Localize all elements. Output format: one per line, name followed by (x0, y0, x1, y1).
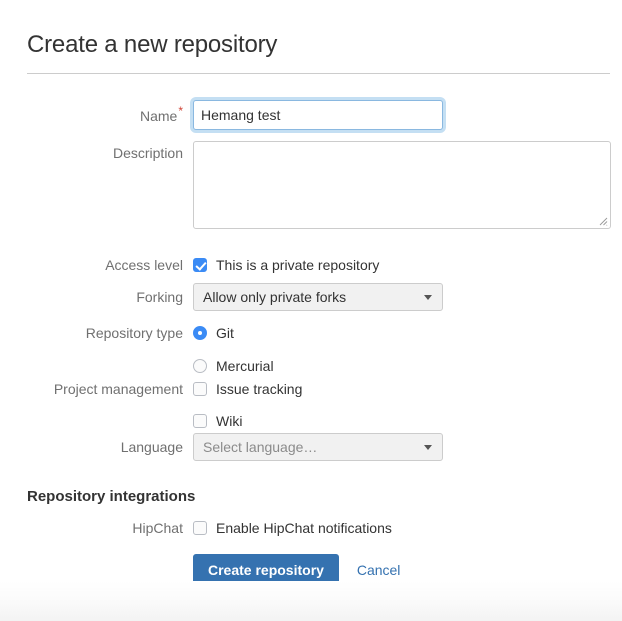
description-control (193, 141, 611, 229)
name-input[interactable] (193, 100, 443, 130)
hipchat-label: HipChat (132, 520, 183, 536)
language-label: Language (120, 439, 183, 455)
chevron-down-icon (424, 295, 432, 300)
wiki-label: Wiki (216, 413, 243, 429)
access-level-label: Access level (105, 257, 183, 273)
hipchat-option[interactable]: Enable HipChat notifications (193, 517, 392, 539)
repository-integrations-heading: Repository integrations (27, 488, 196, 505)
private-repository-option[interactable]: This is a private repository (193, 254, 379, 276)
form-actions: Create repository Cancel (193, 554, 400, 586)
chevron-down-icon (424, 445, 432, 450)
issue-tracking-option[interactable]: Issue tracking (193, 378, 302, 400)
hipchat-checkbox[interactable] (193, 521, 207, 535)
name-control (193, 100, 443, 130)
hipchat-option-label: Enable HipChat notifications (216, 520, 392, 536)
wiki-checkbox[interactable] (193, 414, 207, 428)
access-level-control[interactable]: This is a private repository (193, 254, 379, 276)
name-label: Name* (0, 104, 183, 125)
name-label-text: Name (139, 108, 178, 124)
textarea-wrapper (193, 141, 611, 229)
git-label: Git (216, 325, 234, 341)
description-label: Description (112, 145, 183, 161)
private-repository-checkbox[interactable] (193, 258, 207, 272)
wiki-option[interactable]: Wiki (193, 410, 302, 432)
forking-control[interactable]: Allow only private forks (193, 283, 443, 311)
description-textarea[interactable] (193, 141, 611, 229)
repository-type-label: Repository type (85, 325, 183, 341)
mercurial-radio[interactable] (193, 359, 207, 373)
required-asterisk: * (178, 104, 183, 119)
language-select[interactable]: Select language… (193, 433, 443, 461)
issue-tracking-label: Issue tracking (216, 381, 303, 397)
private-repository-label: This is a private repository (216, 257, 380, 273)
forking-select-value: Allow only private forks (203, 289, 347, 305)
create-repository-button[interactable]: Create repository (193, 554, 339, 586)
project-management-control: Issue tracking Wiki (193, 378, 302, 432)
language-control[interactable]: Select language… (193, 433, 443, 461)
language-select-value: Select language… (203, 439, 318, 455)
issue-tracking-checkbox[interactable] (193, 382, 207, 396)
hipchat-control[interactable]: Enable HipChat notifications (193, 517, 392, 539)
page-bottom-fade (0, 581, 622, 621)
forking-label: Forking (136, 289, 183, 305)
project-management-label: Project management (53, 381, 183, 397)
repository-type-option-git[interactable]: Git (193, 322, 274, 344)
cancel-link[interactable]: Cancel (357, 554, 401, 586)
title-divider (27, 73, 610, 74)
page-title: Create a new repository (27, 31, 278, 58)
repository-type-option-mercurial[interactable]: Mercurial (193, 355, 274, 377)
mercurial-label: Mercurial (216, 358, 274, 374)
git-radio[interactable] (193, 326, 207, 340)
repository-type-control: Git Mercurial (193, 322, 274, 377)
forking-select[interactable]: Allow only private forks (193, 283, 443, 311)
